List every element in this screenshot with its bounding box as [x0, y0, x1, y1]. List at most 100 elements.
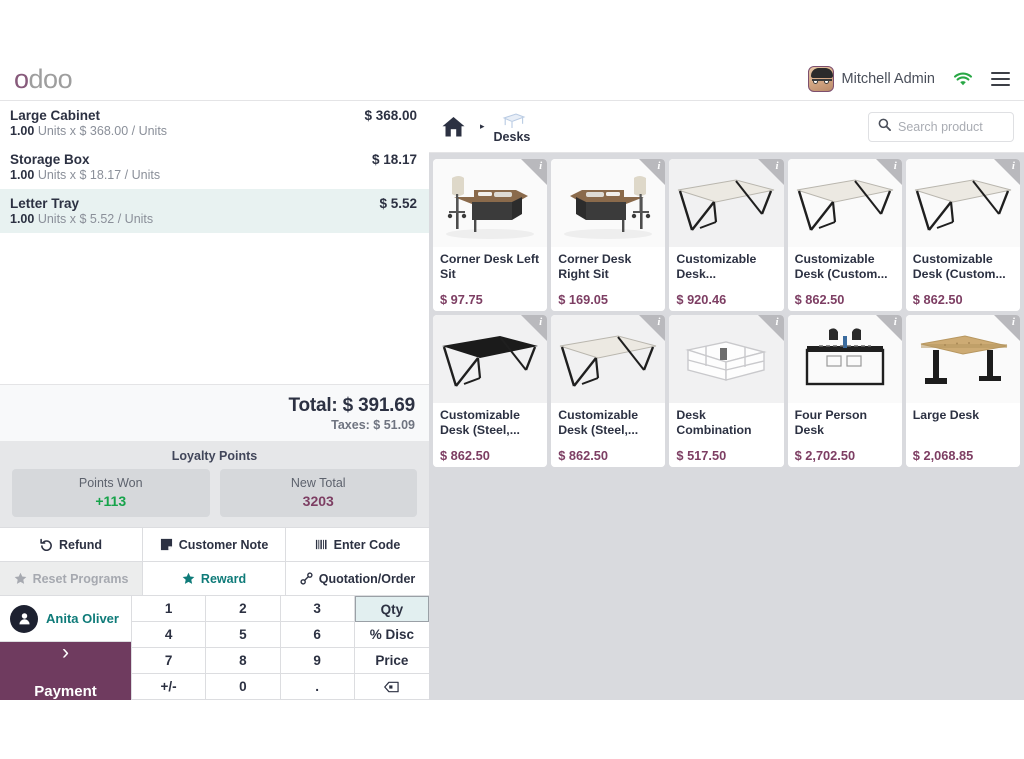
top-bar-right: Mitchell Admin [807, 66, 1010, 92]
order-line-qty: 1.00 [10, 212, 35, 226]
numpad-key-0[interactable]: 0 [206, 674, 281, 700]
product-card[interactable]: i Large Desk $ 2,068.85 [905, 315, 1020, 467]
product-info-corner[interactable] [875, 315, 902, 341]
product-card[interactable]: i Customizable Desk (Custom... $ 862.50 [905, 159, 1020, 311]
order-line[interactable]: Letter Tray $ 5.52 1.00 Units x $ 5.52 / U… [0, 189, 429, 233]
numpad-key-label: . [315, 679, 319, 694]
order-panel: Large Cabinet $ 368.00 1.00 Units x $ 368.… [0, 100, 429, 700]
product-info-corner[interactable] [757, 315, 784, 341]
home-icon[interactable] [441, 116, 466, 138]
order-line-price: $ 368.00 [364, 108, 417, 123]
star-icon [14, 572, 27, 585]
user-menu[interactable]: Mitchell Admin [807, 66, 935, 92]
product-image: i [551, 159, 666, 247]
loyalty-card-value: 3203 [302, 493, 334, 509]
numpad-key-7[interactable]: 7 [132, 648, 207, 674]
loyalty-card-label: New Total [290, 476, 346, 490]
payment-label: Payment [34, 683, 97, 700]
info-icon[interactable]: i [657, 160, 660, 172]
product-price: $ 862.50 [558, 448, 609, 463]
numpad-key-6[interactable]: 6 [280, 622, 355, 648]
info-icon[interactable]: i [776, 160, 779, 172]
order-line-detail: Units x $ 18.17 / Units [37, 168, 161, 182]
numpad-key-disc[interactable]: % Disc [354, 622, 429, 648]
order-line[interactable]: Storage Box $ 18.17 1.00 Units x $ 18.17 /… [0, 145, 429, 189]
search-product-box[interactable] [868, 111, 1014, 142]
wifi-icon [953, 72, 973, 87]
product-card[interactable]: i Customizable Desk... $ 920.46 [669, 159, 784, 311]
product-body: Customizable Desk... $ 920.46 [669, 247, 784, 311]
numpad-key-4[interactable]: 4 [132, 622, 207, 648]
product-info-corner[interactable] [875, 159, 902, 185]
order-line-name: Storage Box [10, 152, 90, 167]
product-card[interactable]: i Desk Combination $ 517.50 [669, 315, 784, 467]
search-input[interactable] [898, 119, 1004, 134]
numpad-key-label: 3 [313, 601, 321, 616]
info-icon[interactable]: i [894, 316, 897, 328]
control-button-quotation-order[interactable]: Quotation/Order [286, 562, 429, 596]
numpad-key-5[interactable]: 5 [206, 622, 281, 648]
info-icon[interactable]: i [539, 160, 542, 172]
product-price: $ 2,068.85 [912, 448, 974, 463]
numpad-key-3[interactable]: 3 [280, 596, 355, 622]
numpad-key-8[interactable]: 8 [206, 648, 281, 674]
product-card[interactable]: i Corner Desk Left Sit $ 97.75 [433, 159, 548, 311]
order-line[interactable]: Large Cabinet $ 368.00 1.00 Units x $ 368.… [0, 101, 429, 145]
product-price: $ 862.50 [794, 292, 845, 307]
numpad-backspace-icon[interactable] [354, 674, 429, 700]
product-price: $ 862.50 [440, 448, 490, 463]
product-info-corner[interactable] [639, 159, 666, 185]
order-line-qty: 1.00 [10, 168, 35, 182]
product-price: $ 920.46 [676, 292, 727, 307]
payment-button[interactable]: › Payment [0, 642, 132, 700]
product-info-corner[interactable] [993, 315, 1020, 341]
control-button-customer-note[interactable]: Customer Note [143, 528, 286, 562]
product-card[interactable]: i Customizable Desk (Steel,... $ 862.50 [433, 315, 548, 467]
order-line-price: $ 5.52 [379, 196, 417, 211]
product-name: Corner Desk Right Sit [558, 252, 632, 282]
numpad-key-[interactable]: . [280, 674, 355, 700]
numpad-zone: Anita Oliver › Payment 1 2 3 Qty 4 5 6 % Disc 7 8… [0, 596, 429, 700]
info-icon[interactable]: i [1012, 160, 1015, 172]
product-info-corner[interactable] [521, 315, 548, 341]
hamburger-menu-icon[interactable] [991, 72, 1010, 86]
product-info-corner[interactable] [521, 159, 548, 185]
product-grid: i Corner Desk Left Sit $ 97.75 i Corner Desk… [429, 153, 1024, 700]
loyalty-title: Loyalty Points [171, 449, 258, 463]
product-image: i [787, 159, 902, 247]
control-button-reward[interactable]: Reward [143, 562, 286, 596]
numpad-key-2[interactable]: 2 [206, 596, 281, 622]
order-line-detail: Units x $ 368.00 / Units [37, 124, 168, 138]
numpad-key-[interactable]: +/- [132, 674, 207, 700]
product-card[interactable]: i Customizable Desk (Steel,... $ 862.50 [551, 315, 666, 467]
breadcrumb-category-desks[interactable]: Desks [494, 109, 530, 144]
numpad-key-price[interactable]: Price [354, 648, 429, 674]
info-icon[interactable]: i [1012, 316, 1015, 328]
odoo-logo[interactable]: o doo [14, 65, 73, 93]
product-body: Desk Combination $ 517.50 [669, 403, 784, 467]
product-card[interactable]: i Four Person Desk $ 2,702.50 [787, 315, 902, 467]
product-card[interactable]: i Corner Desk Right Sit $ 169.05 [551, 159, 666, 311]
numpad-key-1[interactable]: 1 [132, 596, 207, 622]
customer-button[interactable]: Anita Oliver [0, 596, 132, 642]
username-label: Mitchell Admin [841, 71, 935, 87]
control-button-enter-code[interactable]: Enter Code [286, 528, 429, 562]
product-body: Corner Desk Right Sit $ 169.05 [551, 247, 666, 311]
control-button-refund[interactable]: Refund [0, 528, 143, 562]
numpad-key-qty[interactable]: Qty [354, 596, 429, 622]
control-button-label: Reward [200, 571, 247, 586]
product-header: ▸ Desks [429, 101, 1024, 153]
info-icon[interactable]: i [894, 160, 897, 172]
link-icon [300, 572, 313, 585]
info-icon[interactable]: i [776, 316, 779, 328]
product-body: Four Person Desk $ 2,702.50 [787, 403, 902, 467]
info-icon[interactable]: i [539, 316, 542, 328]
product-body: Customizable Desk (Steel,... $ 862.50 [433, 403, 548, 467]
numpad-key-9[interactable]: 9 [280, 648, 355, 674]
info-icon[interactable]: i [657, 316, 660, 328]
product-card[interactable]: i Customizable Desk (Custom... $ 862.50 [787, 159, 902, 311]
product-info-corner[interactable] [757, 159, 784, 185]
product-body: Large Desk $ 2,068.85 [905, 403, 1020, 467]
product-info-corner[interactable] [993, 159, 1020, 185]
product-info-corner[interactable] [639, 315, 666, 341]
